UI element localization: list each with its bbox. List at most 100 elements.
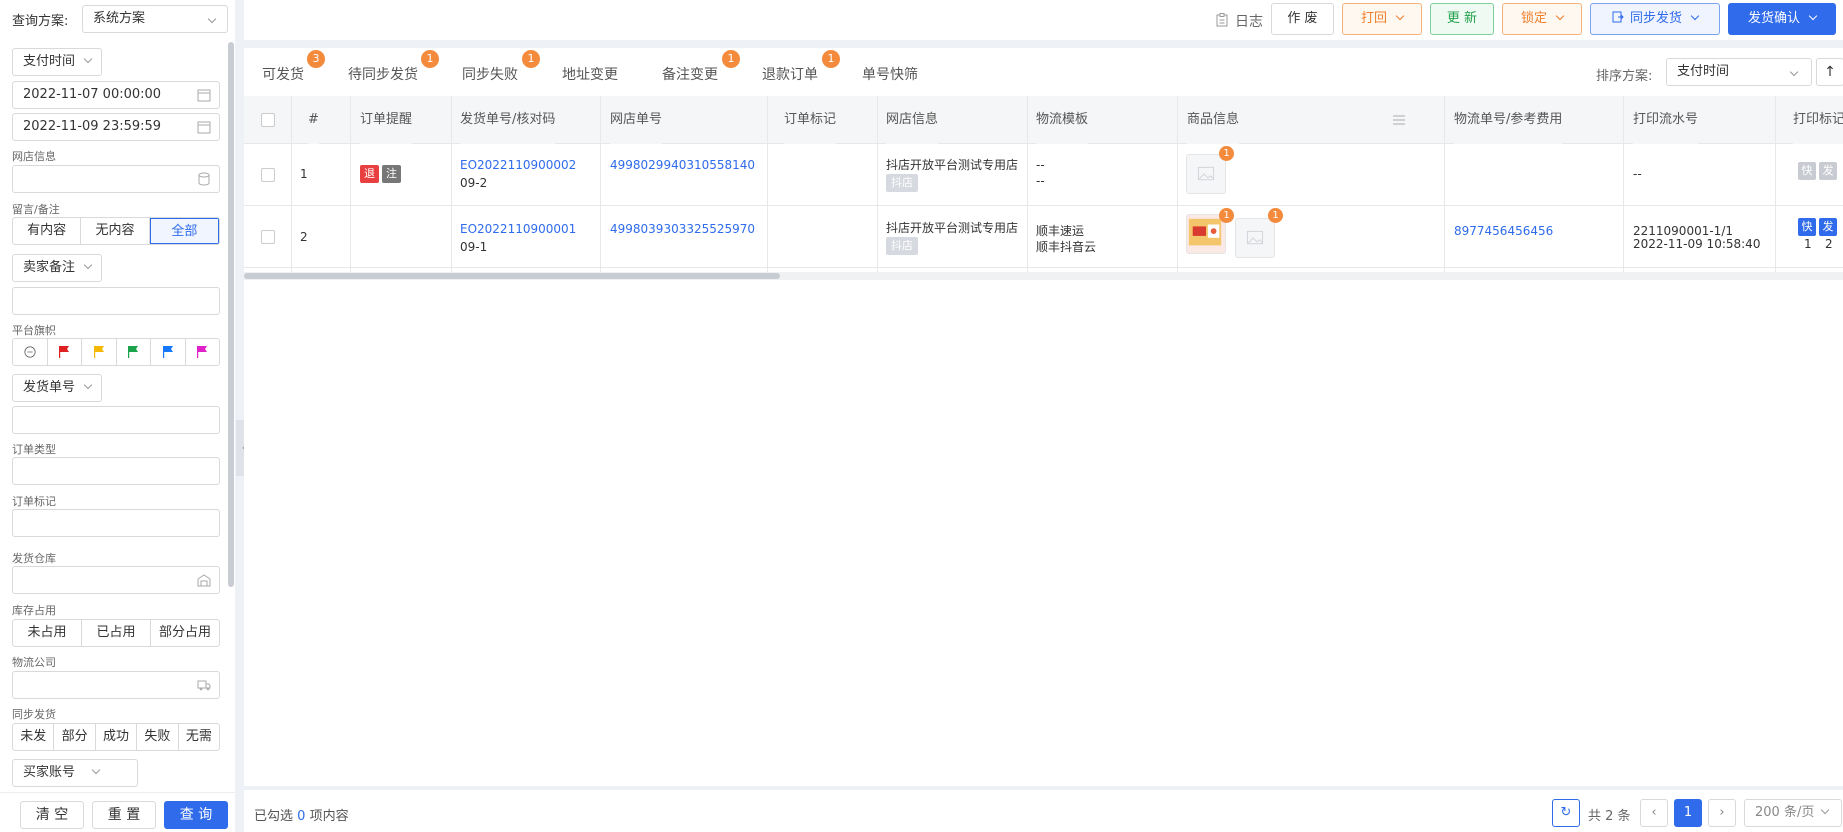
confirm-ship-button[interactable]: 发货确认 xyxy=(1728,3,1836,35)
select-all-checkbox[interactable] xyxy=(261,113,275,127)
calendar-icon xyxy=(197,121,211,134)
sync-option-success[interactable]: 成功 xyxy=(96,724,138,750)
sort-direction-button[interactable]: ↑ xyxy=(1816,58,1843,86)
seller-note-input[interactable] xyxy=(12,287,220,315)
page-size-select[interactable]: 200 条/页 xyxy=(1744,799,1842,827)
page-1-button[interactable]: 1 xyxy=(1674,799,1702,827)
ship-no-select[interactable]: 发货单号 xyxy=(12,374,103,402)
shop-name: 抖店开放平台测试专用店 xyxy=(886,221,1019,235)
tab-refund[interactable]: 退款订单 xyxy=(762,64,818,84)
logistics-line1: 顺丰速运 xyxy=(1036,224,1085,238)
chevron-down-icon xyxy=(83,54,93,64)
date-from-input[interactable]: 2022-11-07 00:00:00 xyxy=(12,81,220,109)
shop-label: 网店信息 xyxy=(12,150,56,163)
sidebar-scrollbar[interactable] xyxy=(228,42,234,587)
scheme-select[interactable]: 系统方案 xyxy=(82,5,228,33)
flag-yellow[interactable] xyxy=(82,339,117,365)
sync-option-partial[interactable]: 部分 xyxy=(54,724,96,750)
ship-no-input[interactable] xyxy=(12,406,220,434)
tab-note-change[interactable]: 备注变更 xyxy=(662,64,718,84)
table-row[interactable]: 1 退注 EO2022110900002 09-2 49980299403105… xyxy=(244,144,1843,206)
ship-print-mark: 发 xyxy=(1819,218,1837,236)
tab-badge: 3 xyxy=(307,50,325,68)
shop-order-link[interactable]: 4998029940310558140 xyxy=(610,158,755,172)
table-horizontal-scrollbar[interactable] xyxy=(244,273,780,279)
sync-filter: 未发 部分 成功 失败 无需 xyxy=(12,723,220,751)
tab-sync-failed[interactable]: 同步失败 xyxy=(462,64,518,84)
table-row[interactable]: 2 EO2022110900001 09-1 49980393033255259… xyxy=(244,206,1843,268)
logistics-input[interactable] xyxy=(12,671,220,699)
update-button[interactable]: 更 新 xyxy=(1430,3,1494,35)
tab-shippable[interactable]: 可发货 xyxy=(262,64,304,84)
reminder-tags: 退注 xyxy=(360,165,404,183)
warehouse-input[interactable] xyxy=(12,566,220,594)
seller-note-select[interactable]: 卖家备注 xyxy=(12,254,103,282)
flag-purple[interactable] xyxy=(186,339,220,365)
refresh-icon: ↻ xyxy=(1560,805,1572,820)
return-button[interactable]: 打回 xyxy=(1342,3,1422,35)
sync-option-unsent[interactable]: 未发 xyxy=(13,724,55,750)
flag-red[interactable] xyxy=(48,339,82,365)
selected-info: 已勾选 0 项内容 xyxy=(254,809,349,824)
chevron-down-icon xyxy=(83,380,93,390)
col-ship-no: 发货单号/核对码 xyxy=(460,96,556,144)
print-serial: 2211090001-1/1 xyxy=(1633,224,1733,238)
shop-input[interactable] xyxy=(12,165,220,193)
message-option-all[interactable]: 全部 xyxy=(149,218,219,244)
column-menu-icon[interactable] xyxy=(1393,114,1405,125)
goods-thumbnail[interactable] xyxy=(1186,154,1226,194)
warehouse-label: 发货仓库 xyxy=(12,552,56,565)
flag-green[interactable] xyxy=(117,339,151,365)
image-placeholder-icon xyxy=(1197,166,1215,181)
arrow-up-icon: ↑ xyxy=(1824,64,1836,80)
order-type-input[interactable] xyxy=(12,457,220,485)
shop-order-link[interactable]: 4998039303325525970 xyxy=(610,222,755,236)
lock-button[interactable]: 锁定 xyxy=(1502,3,1582,35)
order-mark-input[interactable] xyxy=(12,509,220,537)
order-type-label: 订单类型 xyxy=(12,443,56,456)
reset-button[interactable]: 重 置 xyxy=(92,801,156,829)
sync-icon xyxy=(1612,11,1624,23)
stock-option-unused[interactable]: 未占用 xyxy=(13,620,82,646)
refresh-button[interactable]: ↻ xyxy=(1552,799,1580,827)
flag-icon xyxy=(93,346,104,358)
chevron-left-icon: ‹ xyxy=(1651,805,1657,820)
goods-count-badge: 1 xyxy=(1268,208,1283,223)
message-option-none[interactable]: 无内容 xyxy=(81,218,150,244)
stock-option-used[interactable]: 已占用 xyxy=(82,620,151,646)
toolbar: 日志 作 废 打回 更 新 锁定 同步发货 发货确认 xyxy=(244,0,1843,40)
clear-button[interactable]: 清 空 xyxy=(20,801,84,829)
prev-page-button[interactable]: ‹ xyxy=(1640,799,1668,827)
filter-sidebar: 查询方案: 系统方案 支付时间 2022-11-07 00:00:00 2022… xyxy=(0,0,235,832)
truck-icon xyxy=(197,680,211,691)
logistics-line2: 顺丰抖音云 xyxy=(1036,240,1097,254)
ship-no-link[interactable]: EO2022110900002 xyxy=(460,158,576,172)
warehouse-icon xyxy=(197,574,211,587)
tracking-link[interactable]: 8977456456456 xyxy=(1454,224,1553,238)
log-link[interactable]: 日志 xyxy=(1235,11,1263,31)
sync-option-none[interactable]: 无需 xyxy=(179,724,219,750)
goods-thumbnail[interactable] xyxy=(1235,218,1275,258)
buyer-account-select[interactable]: 买家账号 xyxy=(12,759,138,787)
col-print-serial: 打印流水号 xyxy=(1633,96,1699,144)
ship-no-link[interactable]: EO2022110900001 xyxy=(460,222,576,236)
void-button[interactable]: 作 废 xyxy=(1271,3,1334,35)
date-to-input[interactable]: 2022-11-09 23:59:59 xyxy=(12,113,220,141)
query-button[interactable]: 查 询 xyxy=(164,801,228,829)
message-option-has[interactable]: 有内容 xyxy=(13,218,82,244)
row-checkbox[interactable] xyxy=(261,168,275,182)
row-index: 2 xyxy=(300,230,308,244)
sync-ship-button[interactable]: 同步发货 xyxy=(1590,3,1720,35)
flag-none[interactable] xyxy=(13,339,48,365)
stock-option-partial[interactable]: 部分占用 xyxy=(151,620,219,646)
row-checkbox[interactable] xyxy=(261,230,275,244)
sync-option-failed[interactable]: 失败 xyxy=(137,724,179,750)
chevron-down-icon xyxy=(1555,11,1565,21)
pay-time-select[interactable]: 支付时间 xyxy=(12,48,103,76)
next-page-button[interactable]: › xyxy=(1708,799,1736,827)
flag-blue[interactable] xyxy=(151,339,186,365)
tab-quick-filter[interactable]: 单号快筛 xyxy=(862,64,918,84)
tab-pending-sync[interactable]: 待同步发货 xyxy=(348,64,418,84)
sort-select[interactable]: 支付时间 xyxy=(1666,58,1812,86)
tab-address-change[interactable]: 地址变更 xyxy=(562,64,618,84)
